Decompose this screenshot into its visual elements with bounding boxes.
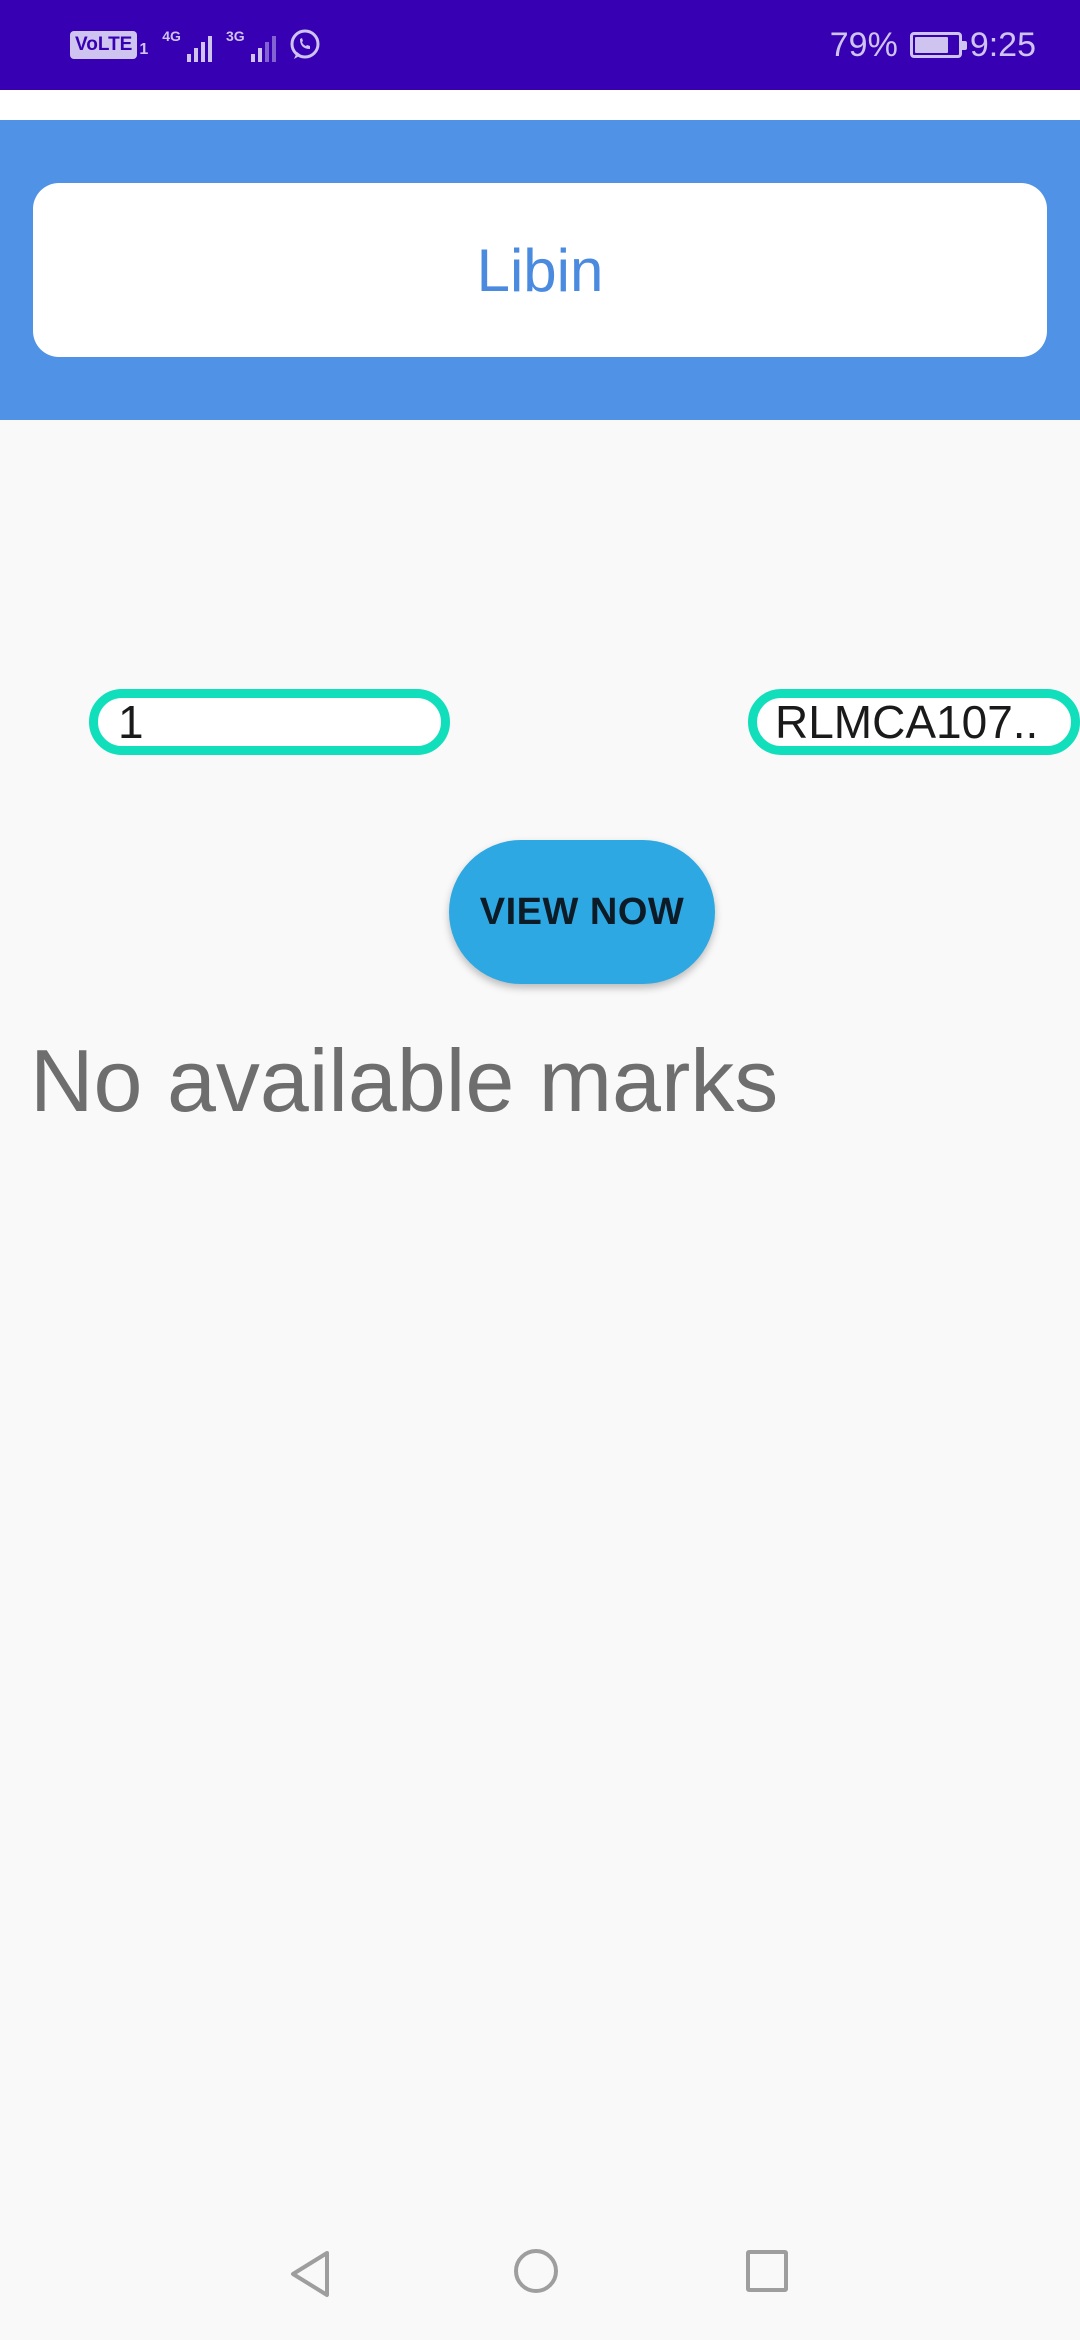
recent-apps-icon[interactable] xyxy=(746,2250,788,2292)
battery-level xyxy=(914,37,948,53)
no-marks-message: No available marks xyxy=(30,1031,779,1130)
whatsapp-icon xyxy=(290,29,320,59)
navigation-bar xyxy=(0,2220,1080,2340)
status-bar: VoLTE 1 4G 3G 79% 9:25 xyxy=(0,0,1080,90)
signal-icon: 4G xyxy=(162,28,212,62)
network-type-label: 4G xyxy=(162,28,181,44)
home-icon[interactable] xyxy=(514,2249,558,2293)
clock: 9:25 xyxy=(969,25,1036,64)
battery-percent: 79% xyxy=(829,25,898,64)
status-icons-left: VoLTE 1 4G 3G xyxy=(70,24,322,66)
header: Libin xyxy=(0,120,1080,420)
volte-icon: VoLTE xyxy=(70,31,138,59)
subject-code-input[interactable]: RLMCA107.. xyxy=(748,689,1080,755)
user-name: Libin xyxy=(476,236,604,304)
signal-icon: 3G xyxy=(226,28,276,62)
network-type-label: 3G xyxy=(225,28,245,44)
view-now-button[interactable]: VIEW NOW xyxy=(449,840,715,984)
name-card: Libin xyxy=(33,183,1047,357)
divider-strip xyxy=(0,90,1080,120)
semester-input[interactable]: 1 xyxy=(89,689,450,755)
back-icon[interactable] xyxy=(285,2249,335,2299)
battery-icon xyxy=(909,32,967,58)
sim-number: 1 xyxy=(139,41,149,58)
status-icons-right: 79% 9:25 xyxy=(830,20,1036,70)
